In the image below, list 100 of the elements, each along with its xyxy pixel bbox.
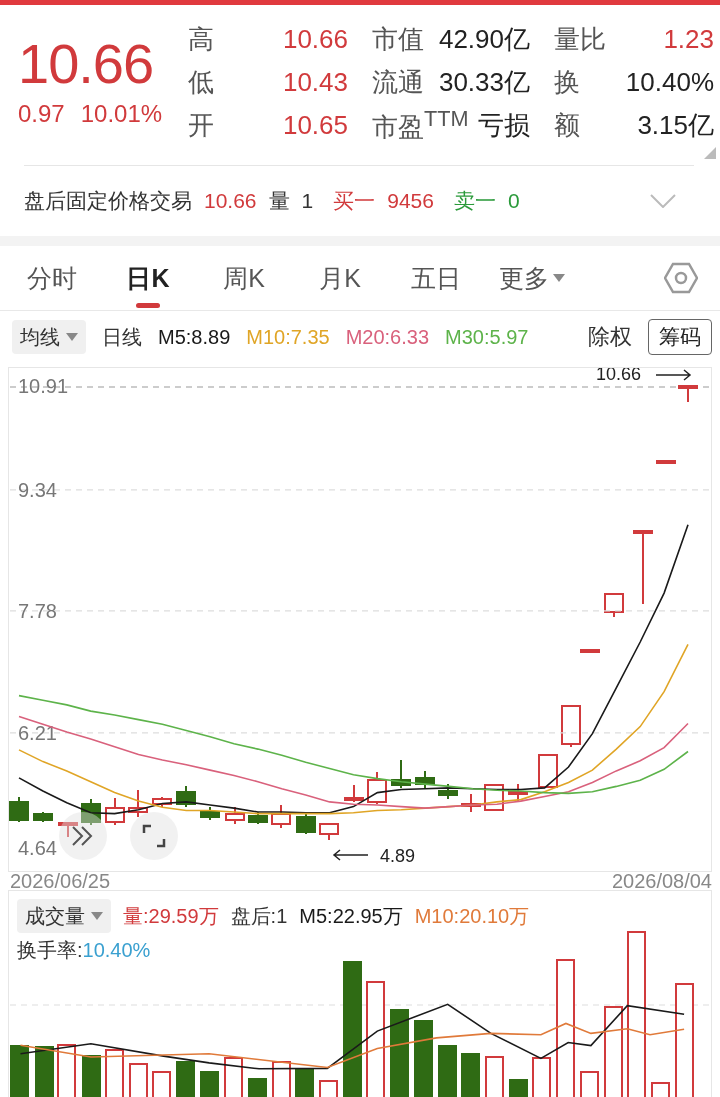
start-date: 2026/06/25 <box>10 872 111 890</box>
price-change: 0.97 <box>18 100 65 128</box>
volume-bar <box>438 1045 457 1097</box>
current-price: 10.66 <box>18 32 155 96</box>
candlestick <box>678 385 698 403</box>
candlestick <box>271 804 291 829</box>
volume-bar <box>651 1082 670 1097</box>
period-tab[interactable]: 周K <box>196 246 292 310</box>
period-tab[interactable]: 月K <box>292 246 388 310</box>
stat-label: 市盈$^{TTM}$ <box>372 106 469 144</box>
after-hours-label: 盘后固定价格交易 <box>24 188 192 214</box>
period-tab[interactable]: 更多 <box>484 246 580 310</box>
candlestick <box>438 783 458 800</box>
volume-average-value: M10:20.10万 <box>414 903 530 929</box>
volume-label: 量 <box>268 188 290 214</box>
fullscreen-button[interactable] <box>130 812 178 860</box>
volume-bar <box>509 1079 528 1097</box>
turnover-label: 换手率: <box>17 938 83 963</box>
candlestick <box>296 811 316 835</box>
candlestick <box>391 759 411 789</box>
volume-bar <box>200 1071 219 1097</box>
volume-bar <box>152 1071 171 1097</box>
indicator-dropdown[interactable]: 均线 <box>12 320 86 354</box>
volume-average-value: M5:22.95万 <box>299 903 403 929</box>
candlestick <box>561 705 581 748</box>
candlestick <box>461 793 481 813</box>
stat-label: 开 <box>188 109 214 142</box>
stat-value: 1.23 <box>663 24 714 55</box>
stat-label: 额 <box>554 109 580 142</box>
stat-value: 30.33亿 <box>438 66 530 99</box>
arrow-right-icon <box>655 369 692 381</box>
moving-average-value: M5:8.89 <box>158 325 231 349</box>
caret-icon <box>553 274 565 282</box>
candlestick <box>58 822 78 838</box>
chevron-down-icon[interactable] <box>650 194 676 208</box>
volume-bar <box>35 1046 54 1097</box>
volume-bar <box>272 1061 291 1097</box>
end-date: 2026/08/04 <box>611 872 712 890</box>
candlestick <box>128 789 148 818</box>
volume-value: 1 <box>301 189 314 213</box>
candlestick <box>367 771 387 805</box>
candlestick <box>656 460 676 464</box>
after-hours-volume: 盘后:1 <box>230 903 288 929</box>
volume-bar <box>580 1071 599 1097</box>
candlestick <box>319 823 339 841</box>
settings-icon[interactable] <box>664 262 698 294</box>
volume-bar <box>532 1057 551 1097</box>
expand-corner-icon[interactable] <box>704 147 716 159</box>
moving-average-value: M10:7.35 <box>246 325 330 349</box>
low-price-marker: 4.89 <box>380 846 416 866</box>
period-tab[interactable]: 分时 <box>4 246 100 310</box>
stat-value: 10.43 <box>282 67 348 98</box>
price-axis-label: 7.78 <box>18 599 57 622</box>
candlestick <box>580 649 600 653</box>
volume-bar <box>461 1053 480 1097</box>
percent-change: 10.01% <box>80 100 163 128</box>
candlestick <box>9 796 29 823</box>
volume-bar <box>105 1049 124 1097</box>
volume-bar <box>295 1069 314 1097</box>
candlestick <box>604 593 624 618</box>
period-tab[interactable]: 五日 <box>388 246 484 310</box>
volume-bar <box>224 1057 243 1097</box>
stat-label: 低 <box>188 66 214 99</box>
expand-icon <box>142 824 166 848</box>
volume-bar <box>485 1056 504 1097</box>
candlestick <box>176 785 196 808</box>
stat-value: 亏损 <box>478 109 530 142</box>
bid-value: 9456 <box>387 189 434 213</box>
candlestick <box>538 754 558 788</box>
volume-bar <box>10 1045 29 1097</box>
chips-button[interactable]: 筹码 <box>648 319 712 355</box>
adjust-toggle[interactable]: 除权 <box>588 322 632 352</box>
candlestick <box>33 811 53 823</box>
candlestick <box>344 784 364 803</box>
price-axis-label: 4.64 <box>18 837 57 859</box>
bid-label: 买一 <box>333 188 376 214</box>
candlestick <box>415 770 435 789</box>
volume-bar <box>319 1080 338 1097</box>
candlestick <box>152 796 172 808</box>
ask-value: 0 <box>507 189 520 213</box>
volume-bar <box>248 1078 267 1097</box>
stat-label: 量比 <box>554 23 606 56</box>
stat-label: 高 <box>188 23 214 56</box>
turnover-value: 10.40% <box>82 939 151 962</box>
candlestick <box>248 811 268 825</box>
period-label: 日线 <box>102 324 142 350</box>
volume-bar <box>176 1061 195 1097</box>
price-axis-label: 9.34 <box>18 478 57 501</box>
candlestick <box>105 797 125 826</box>
candlestick <box>200 806 220 821</box>
collapse-button[interactable] <box>59 812 107 860</box>
stat-value: 10.40% <box>625 67 714 98</box>
candlestick <box>225 806 245 825</box>
period-tab[interactable]: 日K <box>100 246 196 310</box>
stat-value: 42.90亿 <box>438 23 530 56</box>
indicator-dropdown[interactable]: 成交量 <box>17 899 111 933</box>
moving-average-value: M20:6.33 <box>345 325 430 349</box>
stat-value: 10.66 <box>282 24 348 55</box>
arrow-left-icon <box>332 849 369 861</box>
stat-label: 换 <box>554 66 580 99</box>
